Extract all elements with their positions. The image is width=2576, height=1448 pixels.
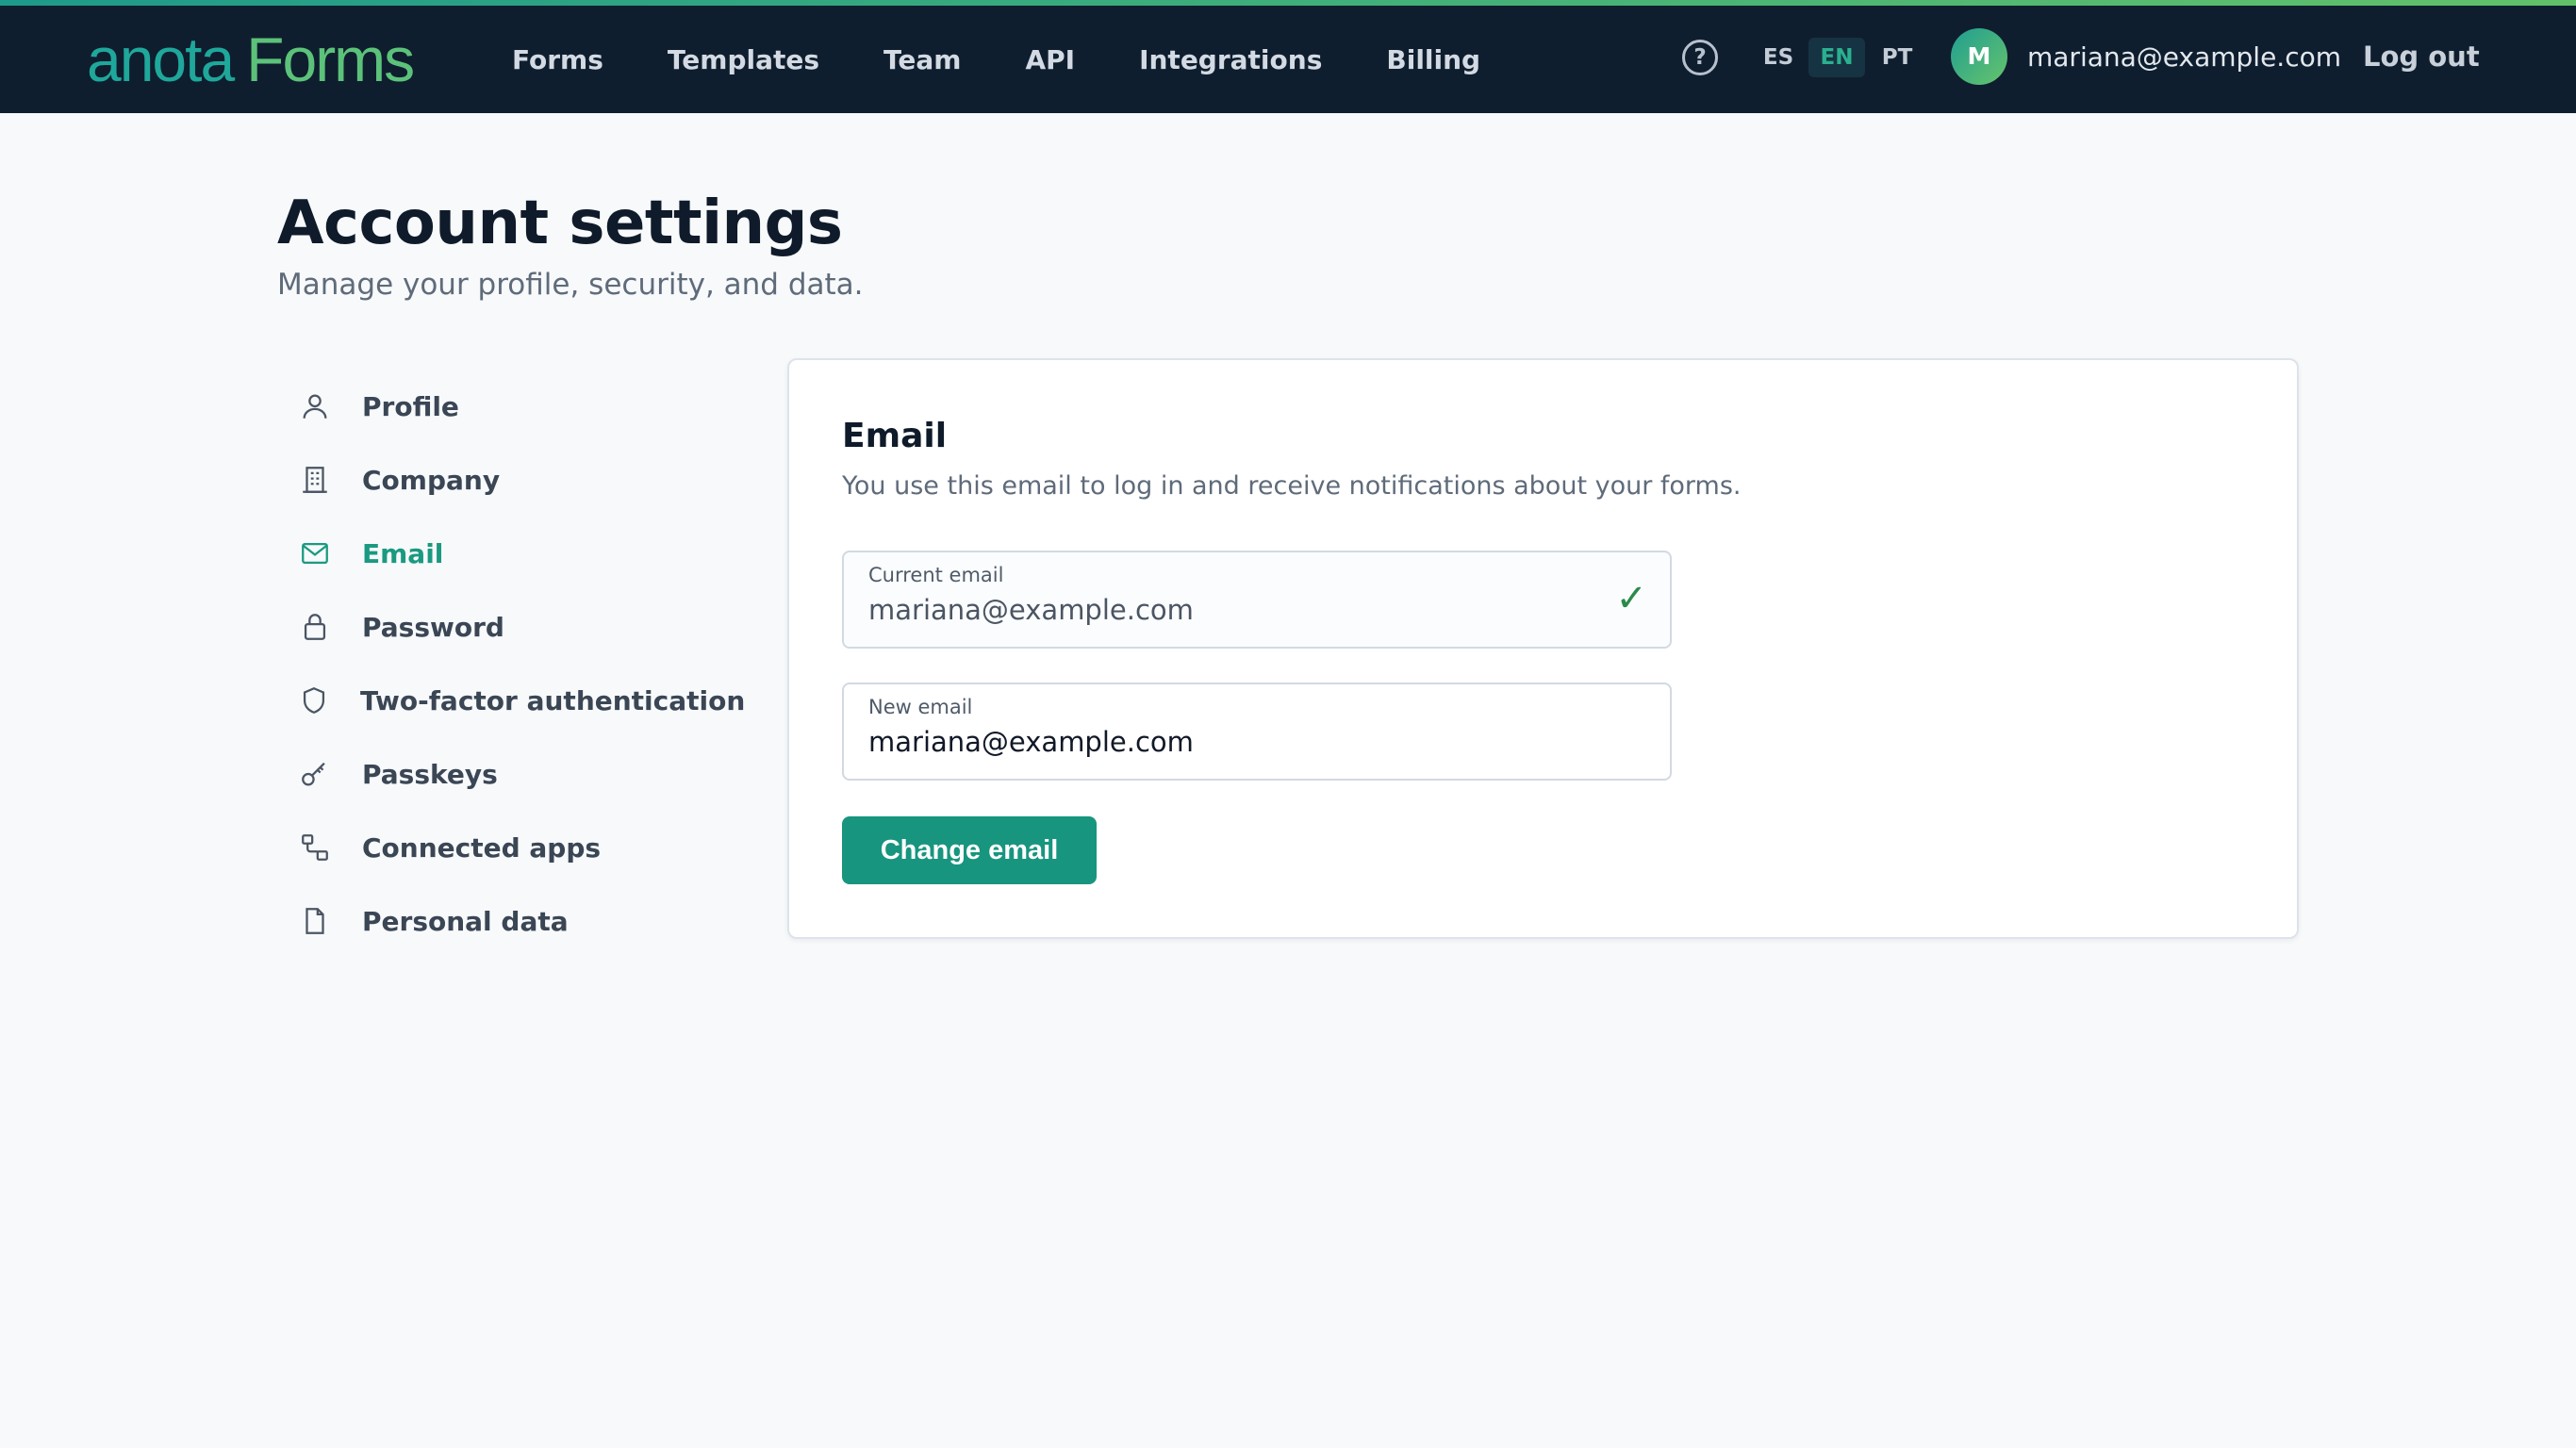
new-email-field[interactable]: New email xyxy=(842,683,1672,781)
user-icon xyxy=(298,389,332,423)
logout-button[interactable]: Log out xyxy=(2363,36,2480,77)
sidebar-item-password[interactable]: Password xyxy=(298,590,741,664)
sidebar-item-label: Two-factor authentication xyxy=(360,684,746,716)
email-settings-card: Email You use this email to log in and r… xyxy=(787,358,2299,939)
brand-logo[interactable]: anota Forms xyxy=(87,25,415,94)
avatar[interactable]: M xyxy=(1951,28,2007,85)
help-icon[interactable]: ? xyxy=(1682,40,1718,75)
nav-api[interactable]: API xyxy=(1025,44,1075,75)
building-icon xyxy=(298,463,332,497)
current-email-label: Current email xyxy=(868,564,1004,586)
user-email[interactable]: mariana@example.com xyxy=(2027,38,2341,77)
new-email-label: New email xyxy=(868,696,973,718)
sidebar-item-email[interactable]: Email xyxy=(298,517,741,590)
nav-forms[interactable]: Forms xyxy=(512,44,603,75)
nav-team[interactable]: Team xyxy=(883,44,961,75)
sidebar-item-label: Email xyxy=(362,537,444,569)
sidebar-item-passkeys[interactable]: Passkeys xyxy=(298,737,741,811)
sidebar-item-label: Profile xyxy=(362,390,459,422)
check-icon: ✓ xyxy=(1615,577,1647,620)
nav-integrations[interactable]: Integrations xyxy=(1139,44,1322,75)
card-description: You use this email to log in and receive… xyxy=(842,471,1742,501)
sidebar-item-label: Company xyxy=(362,464,501,496)
settings-sidebar: Profile Company Email Password Two-facto… xyxy=(298,370,745,958)
sidebar-item-label: Password xyxy=(362,611,504,643)
nav-billing[interactable]: Billing xyxy=(1386,44,1480,75)
sidebar-item-two-factor[interactable]: Two-factor authentication xyxy=(298,664,745,737)
sidebar-item-personal-data[interactable]: Personal data xyxy=(298,884,741,958)
document-icon xyxy=(298,904,332,938)
main-nav: Forms Templates Team API Integrations Bi… xyxy=(512,6,1544,113)
sidebar-item-label: Personal data xyxy=(362,905,569,937)
new-email-input[interactable] xyxy=(868,726,1604,758)
language-pt[interactable]: PT xyxy=(1876,38,1918,77)
card-title: Email xyxy=(842,417,948,455)
shield-icon xyxy=(298,683,330,717)
key-icon xyxy=(298,757,332,791)
brand-logo-part1: anota xyxy=(87,25,235,94)
page-subtitle: Manage your profile, security, and data. xyxy=(277,268,864,302)
sidebar-item-label: Connected apps xyxy=(362,831,602,864)
sidebar-item-label: Passkeys xyxy=(362,758,498,790)
brand-logo-part2: Forms xyxy=(246,25,415,94)
sidebar-item-profile[interactable]: Profile xyxy=(298,370,741,443)
change-email-button[interactable]: Change email xyxy=(842,816,1097,884)
sidebar-item-connected-apps[interactable]: Connected apps xyxy=(298,811,741,884)
sidebar-item-company[interactable]: Company xyxy=(298,443,741,517)
mail-icon xyxy=(298,536,332,570)
current-email-field: Current email ✓ xyxy=(842,551,1672,649)
nav-templates[interactable]: Templates xyxy=(668,44,819,75)
language-es[interactable]: ES xyxy=(1759,38,1797,77)
connected-apps-icon xyxy=(298,831,332,864)
language-en[interactable]: EN xyxy=(1808,38,1865,77)
lock-icon xyxy=(298,610,332,644)
page-title: Account settings xyxy=(277,189,843,258)
current-email-input xyxy=(868,594,1604,626)
